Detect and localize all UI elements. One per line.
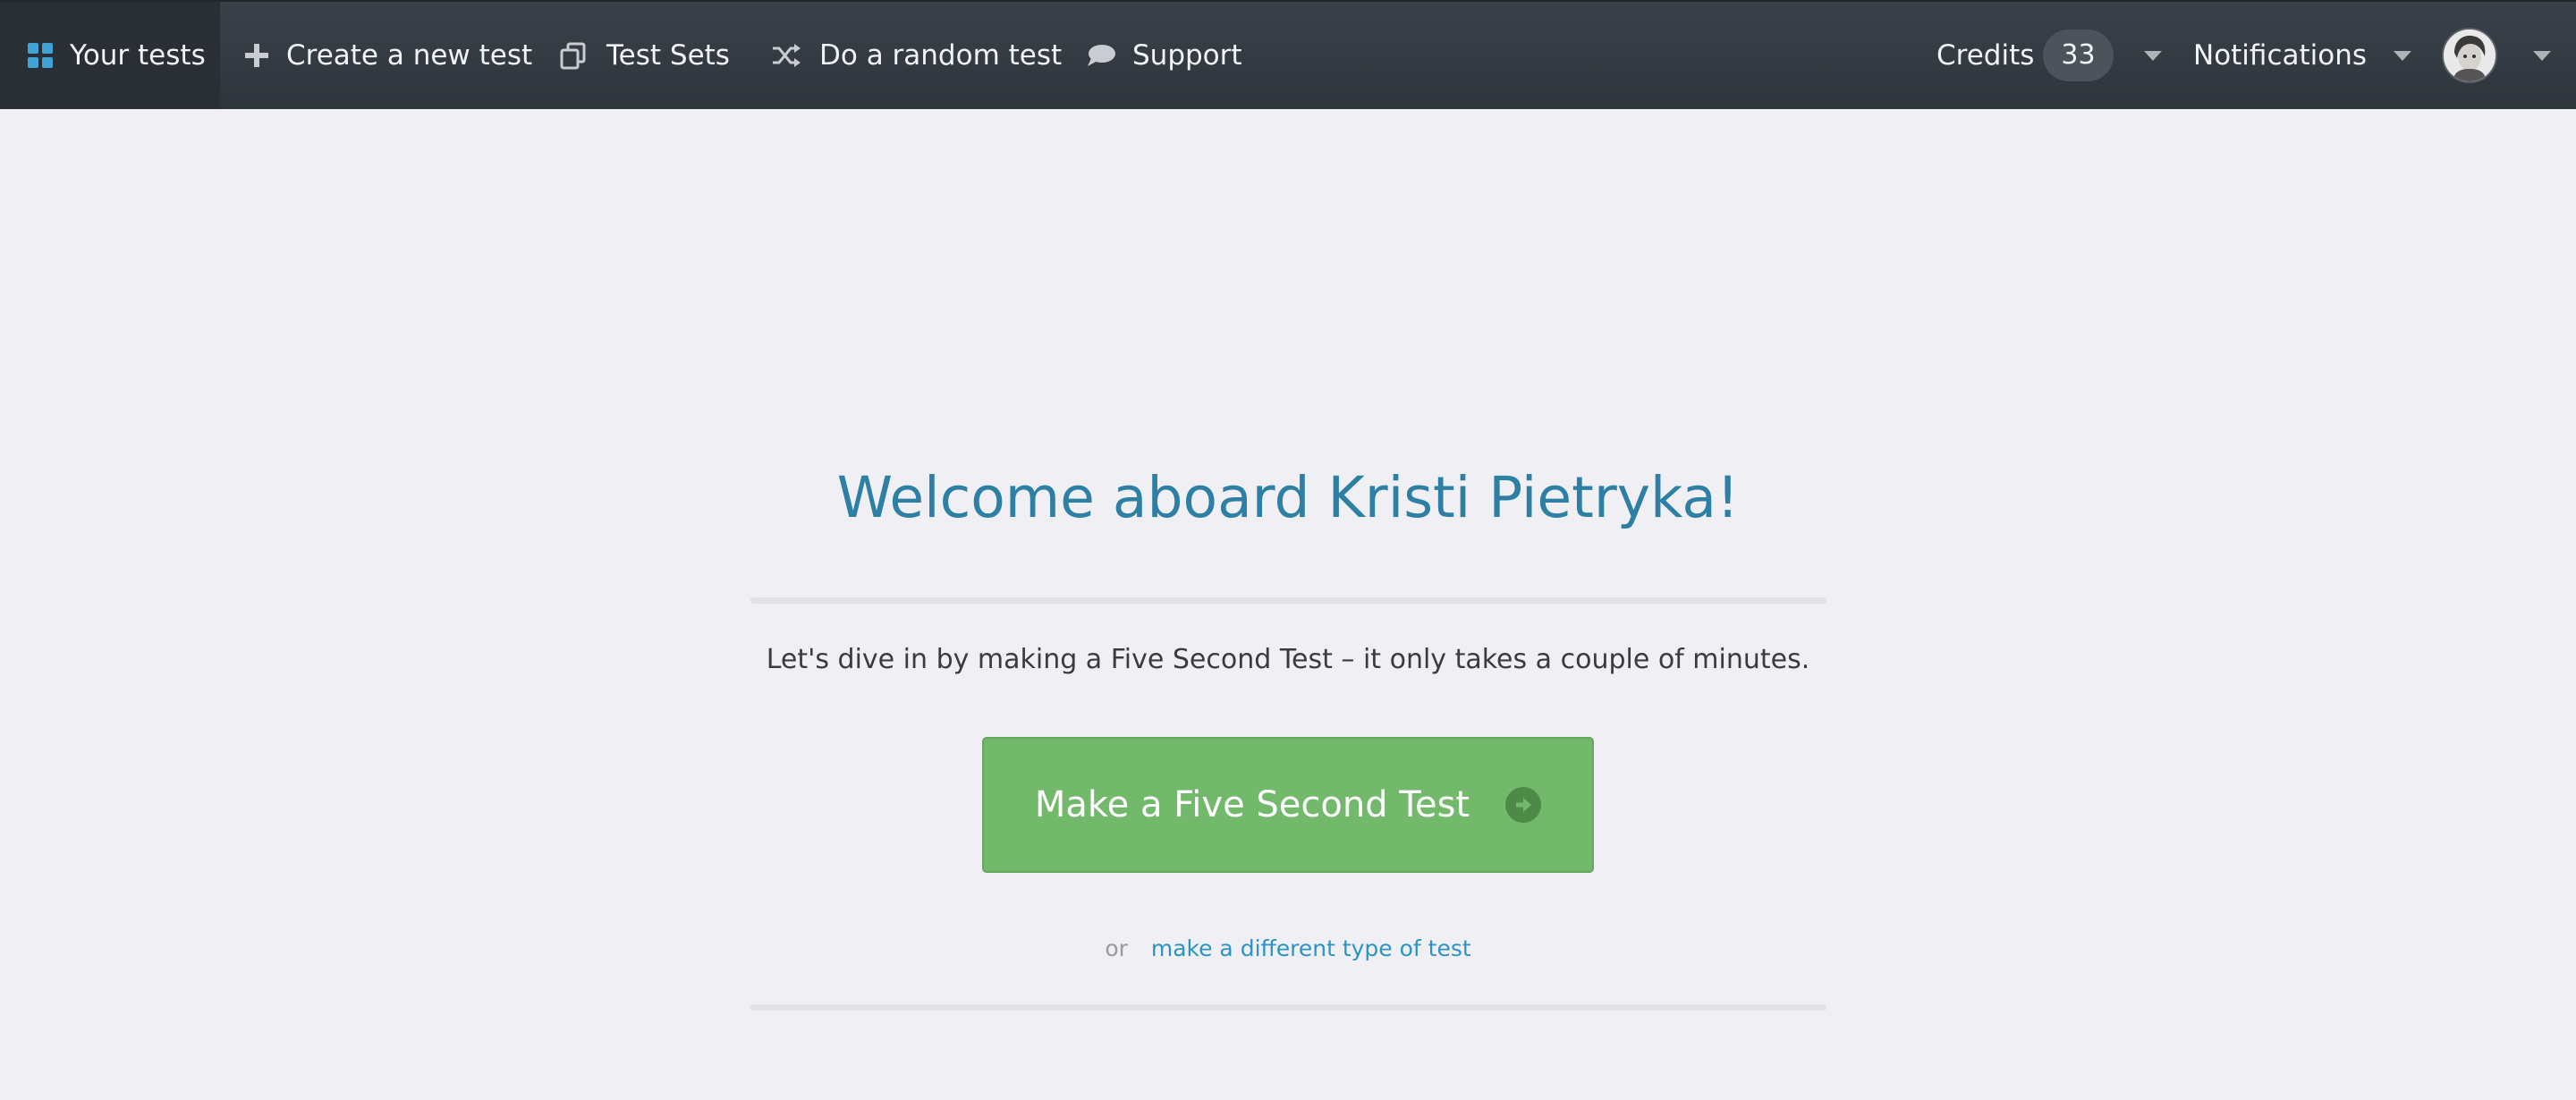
plus-icon [245, 40, 268, 71]
nav-support-label: Support [1132, 39, 1242, 72]
user-menu-toggle[interactable] [2533, 2, 2551, 109]
nav-test-sets-label: Test Sets [606, 39, 730, 72]
avatar[interactable] [2442, 28, 2497, 83]
avatar-portrait-icon [2444, 30, 2496, 81]
user-menu-chevron-down-icon [2533, 50, 2551, 61]
make-five-second-test-button[interactable]: Make a Five Second Test [982, 737, 1594, 873]
welcome-heading: Welcome aboard Kristi Pietryka! [836, 465, 1740, 530]
alternative-option: or make a different type of test [0, 935, 2576, 961]
nav-notifications[interactable]: Notifications [2193, 2, 2412, 109]
top-navigation: Your tests Create a new test Test Sets D… [0, 0, 2576, 109]
shuffle-icon [771, 40, 801, 71]
nav-your-tests-label: Your tests [70, 39, 206, 72]
nav-support[interactable]: Support [1086, 2, 1242, 109]
speech-bubble-icon [1086, 40, 1116, 71]
notifications-chevron-down-icon [2394, 50, 2412, 61]
copy-icon [558, 40, 589, 71]
nav-credits[interactable]: Credits 33 [1936, 2, 2162, 109]
cta-label: Make a Five Second Test [1034, 784, 1470, 825]
different-test-type-link[interactable]: make a different type of test [1151, 935, 1471, 961]
nav-random-test-label: Do a random test [819, 39, 1063, 72]
intro-text: Let's dive in by making a Five Second Te… [766, 644, 1810, 675]
bottom-divider [750, 1004, 1826, 1011]
credits-label: Credits [1936, 39, 2035, 72]
nav-create-new-test-label: Create a new test [286, 39, 533, 72]
grid-icon [25, 40, 55, 71]
credits-count-badge: 33 [2043, 30, 2114, 81]
arrow-right-circle-icon [1505, 787, 1542, 823]
notifications-label: Notifications [2193, 39, 2368, 72]
nav-create-new-test[interactable]: Create a new test [245, 2, 532, 109]
nav-your-tests[interactable]: Your tests [0, 2, 220, 109]
credits-chevron-down-icon [2143, 50, 2162, 61]
nav-random-test[interactable]: Do a random test [771, 2, 1062, 109]
or-text: or [1105, 935, 1128, 961]
top-divider [750, 597, 1826, 604]
nav-test-sets[interactable]: Test Sets [558, 2, 730, 109]
